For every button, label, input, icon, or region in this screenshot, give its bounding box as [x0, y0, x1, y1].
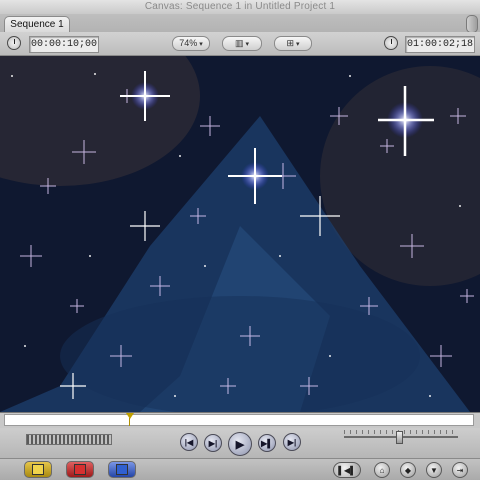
add-keyframe-icon: ◆: [404, 465, 412, 475]
play-around-current-button[interactable]: ▶▌: [258, 434, 276, 452]
overwrite-edit-icon: [74, 464, 86, 475]
add-keyframe-button[interactable]: ◆: [400, 462, 416, 478]
current-timecode[interactable]: 01:00:02;18: [405, 36, 475, 53]
jog-control[interactable]: [344, 430, 458, 444]
edit-button-bar: ▌◀▌ ⌂ ◆ ▼ ⇥: [0, 458, 480, 480]
go-to-previous-edit-icon: |◀: [184, 437, 194, 447]
replace-edit-icon: [116, 464, 128, 475]
match-frame-icon: ▌◀▌: [338, 465, 356, 475]
play-button[interactable]: ▶: [228, 432, 252, 456]
video-image: [0, 56, 480, 412]
scroll-knob[interactable]: [466, 15, 478, 33]
add-marker-icon: ▼: [430, 465, 438, 475]
duration-timecode[interactable]: 00:00:10;00: [29, 36, 99, 53]
add-marker-button[interactable]: ▼: [426, 462, 442, 478]
shuttle-control[interactable]: [26, 434, 112, 445]
clock-icon: [7, 36, 21, 50]
match-frame-button[interactable]: ▌◀▌: [333, 462, 361, 478]
zoom-popup[interactable]: 74% ▾: [172, 36, 210, 51]
title-bar[interactable]: Canvas: Sequence 1 in Untitled Project 1: [0, 0, 480, 15]
insert-edit-icon: [32, 464, 44, 475]
scrubber-track[interactable]: [4, 414, 474, 426]
insert-edit-button[interactable]: [24, 461, 52, 478]
replace-edit-button[interactable]: [108, 461, 136, 478]
overlay-popup[interactable]: ⊞ ▾: [274, 36, 312, 51]
clock-icon: [384, 36, 398, 50]
play-around-current-icon: ▶▌: [261, 438, 273, 448]
view-options-icon: ▥: [234, 38, 244, 48]
go-to-next-edit-button[interactable]: ▶|: [283, 433, 301, 451]
play-icon: ▶: [235, 438, 245, 451]
tab-sequence-1[interactable]: Sequence 1: [4, 16, 70, 33]
canvas-window: Canvas: Sequence 1 in Untitled Project 1…: [0, 0, 480, 480]
transport-controls: |◀ ▶| ▶ ▶▌ ▶|: [0, 428, 480, 458]
overwrite-edit-button[interactable]: [66, 461, 94, 478]
add-motion-keyframe-button[interactable]: ⇥: [452, 462, 468, 478]
overlay-icon: ⊞: [286, 38, 295, 48]
add-motion-keyframe-icon: ⇥: [456, 465, 464, 475]
go-to-next-edit-icon: ▶|: [287, 437, 297, 447]
video-frame[interactable]: [0, 56, 480, 412]
tab-bar: Sequence 1: [0, 14, 480, 33]
play-in-to-out-button[interactable]: ▶|: [204, 434, 222, 452]
playhead-line: [129, 418, 130, 426]
jog-knob[interactable]: [396, 431, 403, 444]
go-to-previous-edit-button[interactable]: |◀: [180, 433, 198, 451]
window-title: Canvas: Sequence 1 in Untitled Project 1: [144, 1, 336, 12]
mark-clip-icon: ⌂: [379, 465, 385, 475]
canvas-toolbar: 00:00:10;00 74% ▾ ▥ ▾ ⊞ ▾ 01:00:02;18: [0, 32, 480, 56]
view-popup[interactable]: ▥ ▾: [222, 36, 262, 51]
scrubber-bar[interactable]: [0, 412, 480, 429]
zoom-value: 74%: [179, 38, 198, 48]
mark-clip-button[interactable]: ⌂: [374, 462, 390, 478]
play-in-to-out-icon: ▶|: [208, 438, 218, 448]
playhead-icon[interactable]: [126, 413, 134, 419]
